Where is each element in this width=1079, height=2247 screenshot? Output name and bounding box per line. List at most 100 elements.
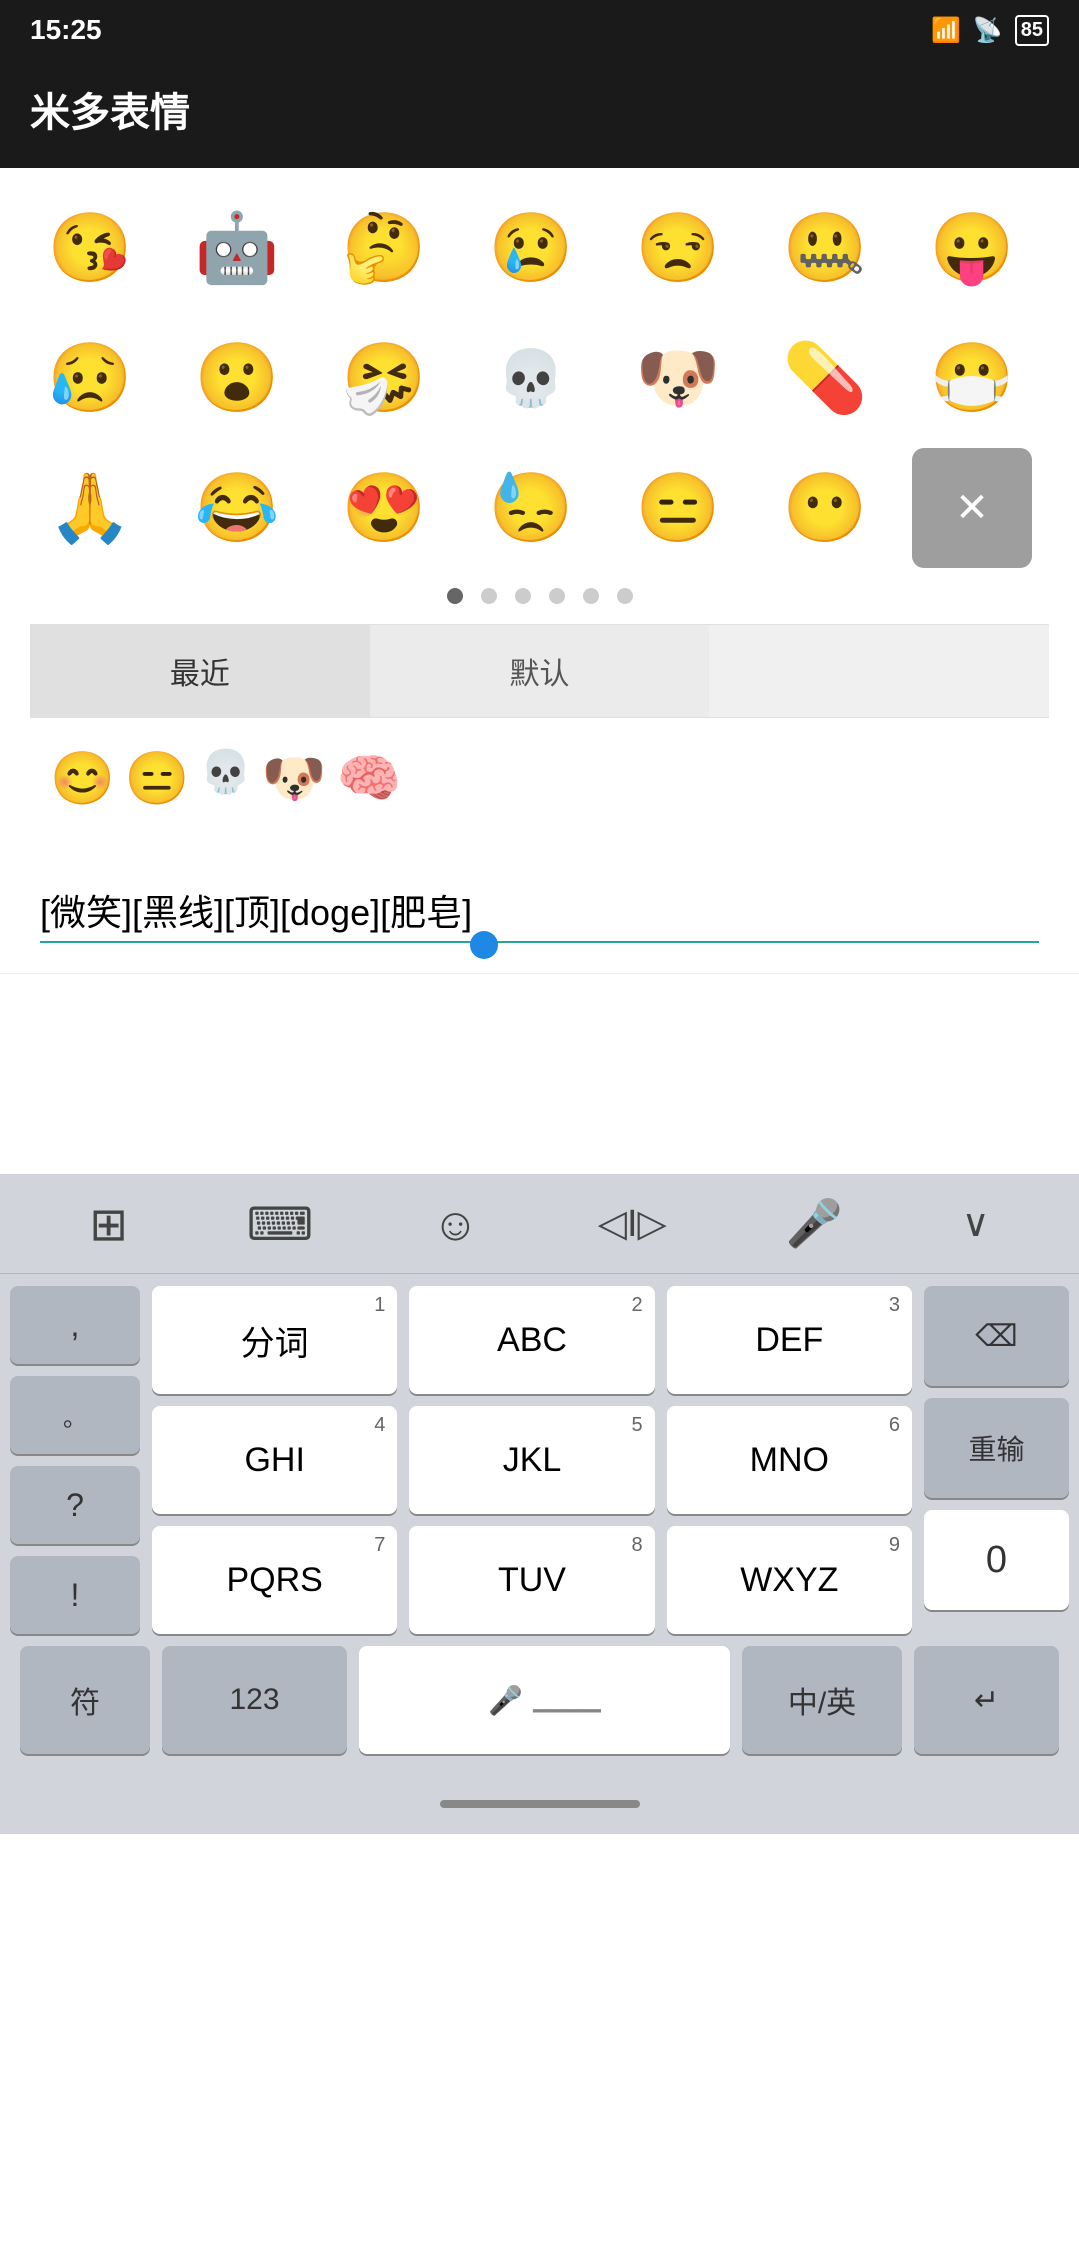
key-abc[interactable]: 2 ABC <box>409 1286 654 1394</box>
key-label-tuv: TUV <box>498 1561 566 1600</box>
delete-key[interactable]: ⌫ <box>924 1286 1069 1386</box>
emoji-item[interactable]: 🐶 <box>618 318 738 438</box>
key-ghi[interactable]: 4 GHI <box>152 1406 397 1514</box>
recent-emoji[interactable]: 😑 <box>125 748 190 809</box>
key-row-1: 1 分词 2 ABC 3 DEF <box>152 1286 912 1394</box>
mic-space-icon: 🎤 <box>488 1684 523 1717</box>
main-letter-keys: 1 分词 2 ABC 3 DEF 4 GHI <box>152 1286 912 1634</box>
dot-5[interactable] <box>583 588 599 604</box>
emoji-delete-button[interactable]: ✕ <box>912 448 1032 568</box>
emoji-item[interactable]: 💀 <box>471 318 591 438</box>
emoji-item[interactable]: 💊 <box>765 318 885 438</box>
key-jkl[interactable]: 5 JKL <box>409 1406 654 1514</box>
key-label-def: DEF <box>755 1321 823 1360</box>
battery-indicator: 85 <box>1015 15 1049 46</box>
key-num-2: 2 <box>632 1294 643 1317</box>
keyboard-toolbar: ⊞ ⌨ ☺ ◁I▷ 🎤 ∨ <box>0 1174 1079 1274</box>
space-key[interactable]: 🎤 ▁▁▁▁ <box>359 1646 730 1754</box>
zero-key[interactable]: 0 <box>924 1510 1069 1610</box>
emoji-item[interactable]: 😷 <box>912 318 1032 438</box>
emoji-item[interactable]: 🤧 <box>324 318 444 438</box>
key-num-1: 1 <box>374 1294 385 1317</box>
space-bar: ▁▁▁▁ <box>533 1687 601 1713</box>
emoji-item[interactable]: 😢 <box>471 188 591 308</box>
signal-icon: 📶 <box>931 16 961 45</box>
text-cursor-area <box>40 889 1039 943</box>
key-label-wxyz: WXYZ <box>740 1561 838 1600</box>
tab-default[interactable]: 默认 <box>370 625 710 717</box>
recent-emoji[interactable]: 🐶 <box>262 748 327 809</box>
cursor-icon[interactable]: ◁I▷ <box>598 1201 667 1246</box>
tab-extra[interactable] <box>709 625 1049 717</box>
key-label-jkl: JKL <box>503 1441 562 1480</box>
emoji-item[interactable]: 😘 <box>30 188 150 308</box>
key-def[interactable]: 3 DEF <box>667 1286 912 1394</box>
emoji-item[interactable]: 😓 <box>471 448 591 568</box>
phone-keyboard: , 。 ? ! 1 分词 2 ABC 3 <box>0 1274 1079 1774</box>
emoji-icon[interactable]: ☺ <box>432 1197 479 1251</box>
emoji-item[interactable]: 😒 <box>618 188 738 308</box>
reset-key[interactable]: 重输 <box>924 1398 1069 1498</box>
key-num-5: 5 <box>632 1414 643 1437</box>
recent-emoji[interactable]: 😊 <box>50 748 115 809</box>
emoji-item[interactable]: 😛 <box>912 188 1032 308</box>
recent-emoji[interactable]: 💀 <box>200 748 252 809</box>
emoji-item[interactable]: 😮 <box>177 318 297 438</box>
wifi-icon: 📡 <box>973 16 1003 45</box>
key-num-3: 3 <box>889 1294 900 1317</box>
status-bar: 15:25 📶 📡 85 <box>0 0 1079 60</box>
app-title: 米多表情 <box>30 91 190 135</box>
emoji-item[interactable]: 😍 <box>324 448 444 568</box>
dot-2[interactable] <box>481 588 497 604</box>
emoji-item[interactable]: 🤐 <box>765 188 885 308</box>
key-wxyz[interactable]: 9 WXYZ <box>667 1526 912 1634</box>
key-tuv[interactable]: 8 TUV <box>409 1526 654 1634</box>
emoji-item[interactable]: 🙏 <box>30 448 150 568</box>
key-fenci[interactable]: 1 分词 <box>152 1286 397 1394</box>
tab-recent[interactable]: 最近 <box>30 625 370 717</box>
emoji-panel: 😘 🤖 🤔 😢 😒 🤐 😛 😥 😮 🤧 💀 🐶 💊 😷 🙏 😂 😍 😓 😑 😶 … <box>0 168 1079 859</box>
dot-3[interactable] <box>515 588 531 604</box>
key-pqrs[interactable]: 7 PQRS <box>152 1526 397 1634</box>
sym-key[interactable]: 符 <box>20 1646 150 1754</box>
dot-6[interactable] <box>617 588 633 604</box>
key-num-9: 9 <box>889 1534 900 1557</box>
key-num-8: 8 <box>632 1534 643 1557</box>
status-icons: 📶 📡 85 <box>931 15 1049 46</box>
text-input-area <box>0 859 1079 974</box>
home-indicator <box>440 1800 640 1808</box>
key-mno[interactable]: 6 MNO <box>667 1406 912 1514</box>
emoji-item[interactable]: 🤖 <box>177 188 297 308</box>
emoji-item[interactable]: 😑 <box>618 448 738 568</box>
left-special-keys: , 。 ? ! <box>10 1286 140 1634</box>
emoji-grid: 😘 🤖 🤔 😢 😒 🤐 😛 😥 😮 🤧 💀 🐶 💊 😷 🙏 😂 😍 😓 😑 😶 … <box>30 188 1049 568</box>
emoji-item[interactable]: 😶 <box>765 448 885 568</box>
recent-emoji[interactable]: 🧠 <box>337 748 402 809</box>
question-key[interactable]: ? <box>10 1466 140 1544</box>
enter-key[interactable]: ↵ <box>914 1646 1059 1754</box>
comma-key[interactable]: , <box>10 1286 140 1364</box>
mic-icon[interactable]: 🎤 <box>786 1196 843 1251</box>
exclaim-key[interactable]: ! <box>10 1556 140 1634</box>
title-bar: 米多表情 <box>0 60 1079 168</box>
enter-icon: ↵ <box>974 1683 999 1718</box>
text-input[interactable] <box>40 889 1039 943</box>
period-key[interactable]: 。 <box>10 1376 140 1454</box>
emoji-item[interactable]: 🤔 <box>324 188 444 308</box>
hide-icon[interactable]: ∨ <box>962 1201 990 1246</box>
keyboard-area: ⊞ ⌨ ☺ ◁I▷ 🎤 ∨ , 。 ? ! 1 分词 <box>0 1174 1079 1834</box>
grid-icon[interactable]: ⊞ <box>89 1197 128 1251</box>
spacer <box>0 974 1079 1174</box>
dot-4[interactable] <box>549 588 565 604</box>
dot-1[interactable] <box>447 588 463 604</box>
key-num-7: 7 <box>374 1534 385 1557</box>
emoji-item[interactable]: 😂 <box>177 448 297 568</box>
keyboard-icon[interactable]: ⌨ <box>247 1197 313 1251</box>
kb-bottom-row: 符 123 🎤 ▁▁▁▁ 中/英 ↵ <box>10 1646 1069 1754</box>
home-bar <box>0 1774 1079 1834</box>
emoji-item[interactable]: 😥 <box>30 318 150 438</box>
key-label-pqrs: PQRS <box>226 1561 322 1600</box>
num-key[interactable]: 123 <box>162 1646 347 1754</box>
key-label-abc: ABC <box>497 1321 567 1360</box>
lang-key[interactable]: 中/英 <box>742 1646 902 1754</box>
